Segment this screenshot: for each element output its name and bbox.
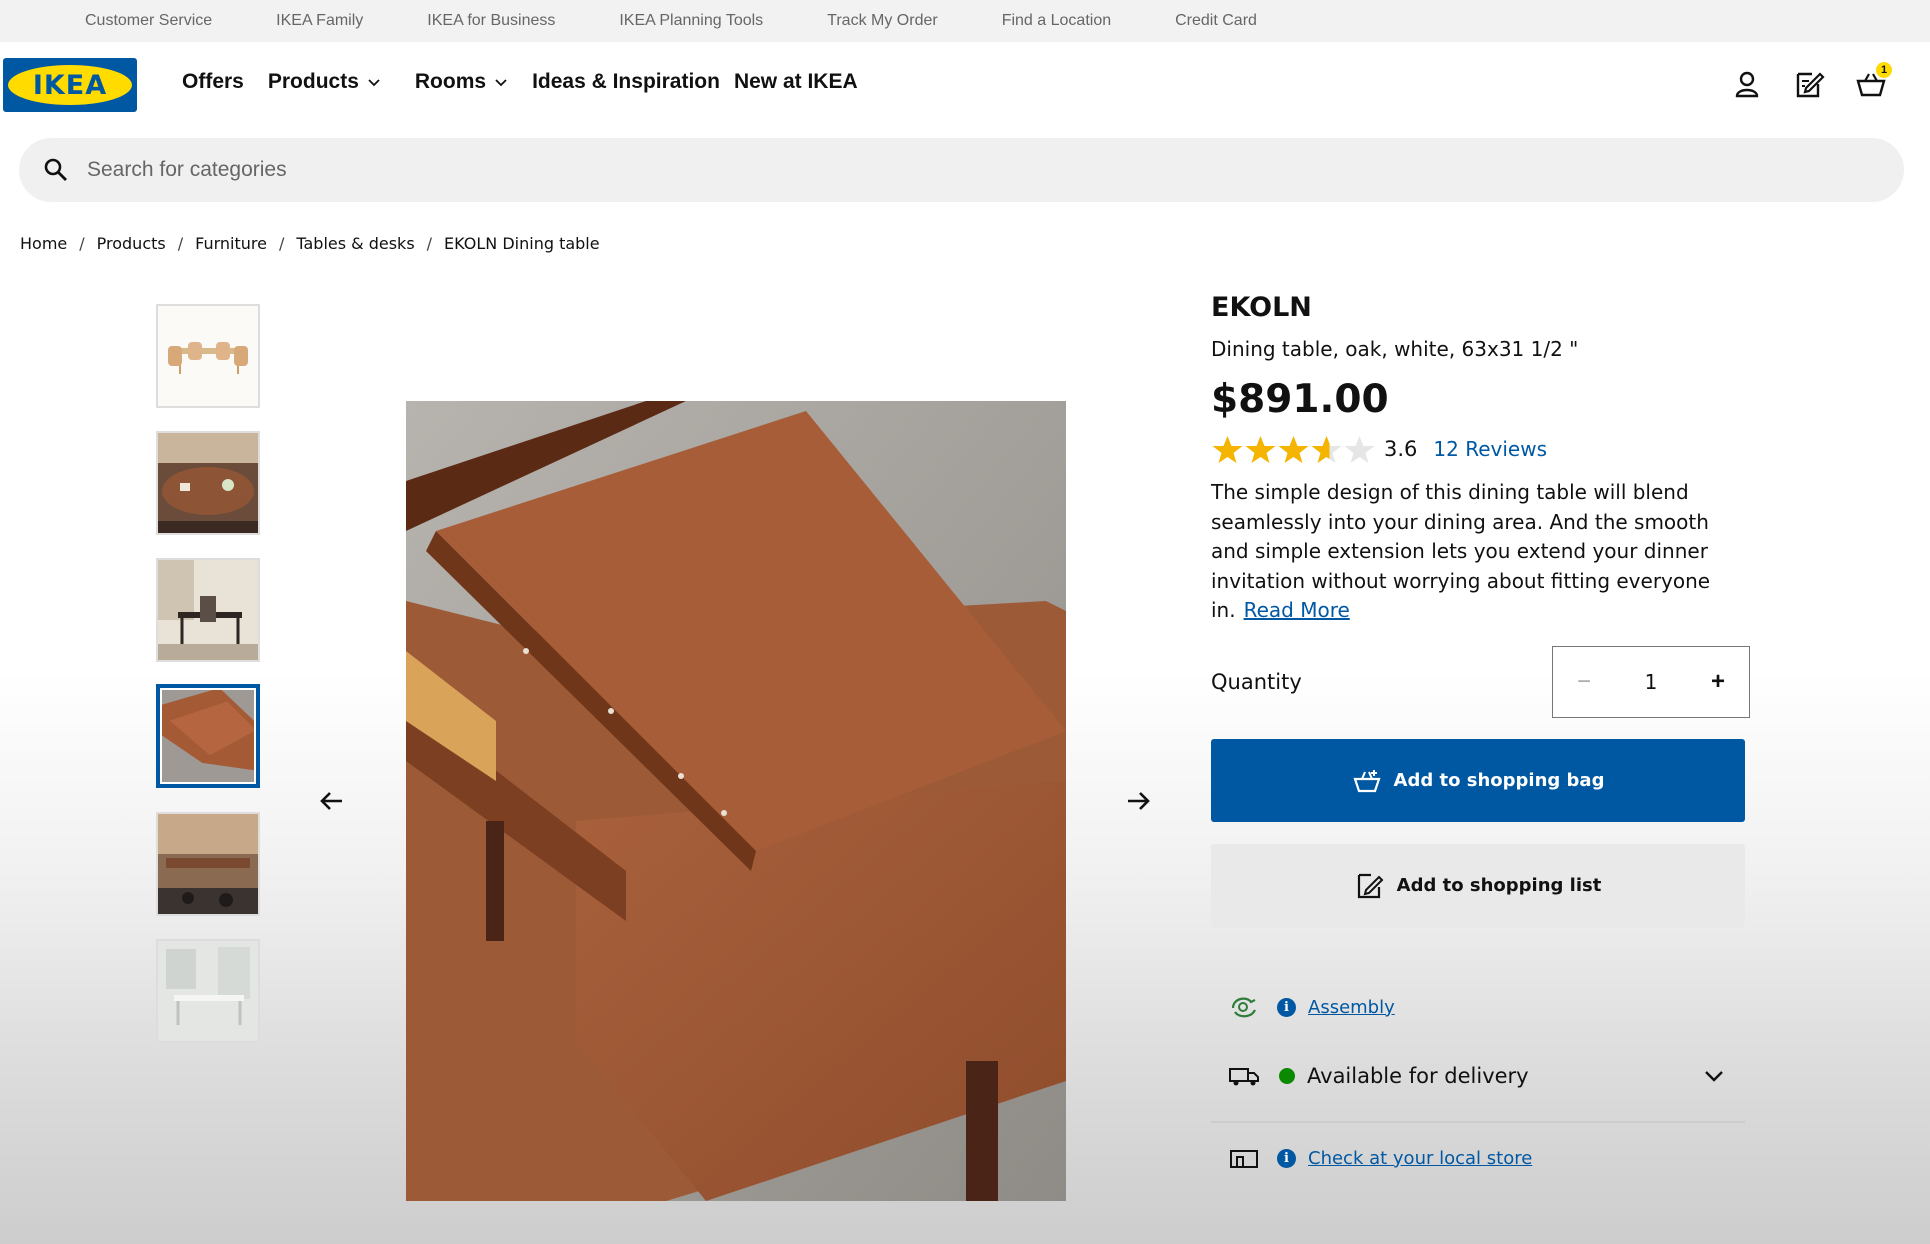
ikea-logo[interactable]: IKEA [3,58,137,112]
quantity-stepper: − 1 + [1552,646,1750,718]
quantity-row: Quantity − 1 + [1211,646,1751,718]
nav-products[interactable]: Products [268,70,381,94]
utility-link-planning-tools[interactable]: IKEA Planning Tools [619,12,763,30]
shopping-bag-icon [1353,769,1381,792]
arrow-right-icon[interactable] [1120,783,1156,819]
user-icon[interactable] [1730,68,1764,102]
breadcrumb-separator: / [426,234,433,253]
rating-stars[interactable] [1211,434,1376,464]
product-description: Dining table, oak, white, 63x31 1/2 " [1211,337,1579,361]
search-icon[interactable] [43,157,69,183]
nav-ideas[interactable]: Ideas & Inspiration [532,70,720,94]
thumbnail-4-active[interactable] [156,684,260,788]
star-icon [1344,436,1375,463]
delivery-truck-icon [1229,1068,1259,1086]
logo-text: IKEA [32,69,108,101]
chevron-down-icon[interactable] [1703,1068,1725,1084]
assembly-link[interactable]: Assembly [1308,997,1395,1018]
star-icon [1212,436,1243,463]
cart-count-badge: 1 [1876,62,1892,78]
quantity-label: Quantity [1211,670,1302,694]
search-input[interactable] [87,158,1787,182]
rating-row: 3.6 12 Reviews [1211,434,1751,464]
add-to-list-button[interactable]: Add to shopping list [1211,844,1745,927]
add-to-bag-button[interactable]: Add to shopping bag [1211,739,1745,822]
utility-link-track-order[interactable]: Track My Order [827,12,938,30]
store-icon [1230,1150,1258,1168]
thumbnail-white-room-image [158,941,258,1041]
search-bar [19,138,1904,202]
arrow-left-icon[interactable] [314,783,350,819]
shopping-bag[interactable]: 1 [1854,62,1892,102]
utility-link-ikea-family[interactable]: IKEA Family [276,12,363,30]
main-header: IKEA Offers Products Rooms Ideas & Inspi… [0,42,1930,130]
nav-rooms-label: Rooms [414,70,487,93]
assembly-icon [1231,997,1256,1018]
breadcrumb-separator: / [177,234,184,253]
check-local-store-link[interactable]: Check at your local store [1308,1148,1532,1169]
chevron-down-icon [495,79,507,87]
breadcrumb-tables-desks[interactable]: Tables & desks [296,234,414,253]
store-row: i Check at your local store [1211,1138,1745,1178]
breadcrumb-products[interactable]: Products [97,234,166,253]
breadcrumb-separator: / [79,234,85,253]
star-icon [1278,436,1309,463]
breadcrumb: Home / Products / Furniture / Tables & d… [20,234,600,253]
thumbnail-desk-room-image [158,560,258,660]
product-name: EKOLN [1211,292,1312,323]
thumbnail-5[interactable] [156,812,260,916]
nav-offers[interactable]: Offers [182,70,244,94]
quantity-decrease-button[interactable]: − [1553,668,1615,696]
breadcrumb-furniture[interactable]: Furniture [195,234,267,253]
table-extension-photo [406,401,1066,1201]
thumbnail-3[interactable] [156,558,260,662]
info-icon[interactable]: i [1277,997,1296,1017]
quantity-increase-button[interactable]: + [1687,668,1749,696]
delivery-status-text: Available for delivery [1307,1064,1529,1088]
reviews-link[interactable]: 12 Reviews [1433,437,1547,461]
thumbnail-dining-set-image [158,306,258,406]
product-info-panel: EKOLN Dining table, oak, white, 63x31 1/… [1211,292,1751,1169]
nav-offers-label: Offers [182,70,244,93]
read-more-link[interactable]: Read More [1244,598,1350,622]
utility-link-customer-service[interactable]: Customer Service [85,12,212,30]
breadcrumb-current: EKOLN Dining table [444,234,600,253]
thumbnail-table-extension-image [160,688,256,784]
rating-value: 3.6 [1384,437,1418,461]
product-summary: The simple design of this dining table w… [1211,478,1731,626]
utility-link-find-location[interactable]: Find a Location [1002,12,1111,30]
shopping-list-add-icon [1357,873,1384,898]
services-divider [1211,1121,1745,1123]
nav-rooms[interactable]: Rooms [415,70,508,94]
nav-new-at-ikea[interactable]: New at IKEA [734,70,858,94]
product-price: $891.00 [1211,377,1389,422]
info-icon[interactable]: i [1277,1148,1296,1168]
thumbnail-dining-room-image [158,433,258,533]
available-status-dot [1279,1068,1295,1084]
thumbnail-1[interactable] [156,304,260,408]
utility-link-ikea-for-business[interactable]: IKEA for Business [427,12,555,30]
star-icon [1245,436,1276,463]
add-to-list-label: Add to shopping list [1396,875,1602,896]
star-icon [1311,436,1342,463]
utility-bar: Customer Service IKEA Family IKEA for Bu… [0,0,1930,42]
thumbnail-2[interactable] [156,431,260,535]
chevron-down-icon [368,79,380,87]
main-nav: Offers Products Rooms Ideas & Inspiratio… [182,70,882,94]
breadcrumb-home[interactable]: Home [20,234,67,253]
header-icons: 1 [1730,62,1930,108]
breadcrumb-separator: / [278,234,285,253]
assembly-row: i Assembly [1211,987,1745,1027]
delivery-row[interactable]: Available for delivery [1211,1056,1745,1096]
thumbnail-kitchen-image [158,814,258,914]
thumbnail-6[interactable] [156,939,260,1043]
main-product-image[interactable] [406,401,1066,1201]
shopping-list-icon[interactable] [1792,68,1826,102]
quantity-value[interactable]: 1 [1615,670,1687,694]
nav-new-label: New at IKEA [733,70,858,93]
nav-products-label: Products [267,70,359,93]
nav-ideas-label: Ideas & Inspiration [532,70,720,93]
utility-link-credit-card[interactable]: Credit Card [1175,12,1257,30]
add-to-bag-label: Add to shopping bag [1393,770,1605,791]
